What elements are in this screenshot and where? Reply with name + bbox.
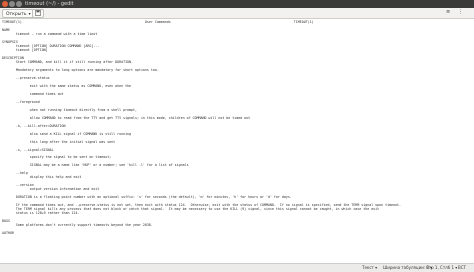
text-editor[interactable]: TIMEOUT(1) User Commands TIMEOUT(1) NAME… — [0, 19, 474, 262]
text-line: this long after the initial signal was s… — [2, 139, 116, 144]
open-button[interactable]: Открыть ▾ — [2, 9, 36, 18]
text-line: --foreground — [2, 99, 40, 104]
text-line: output version information and exit — [2, 187, 100, 192]
text-line: also send a KILL signal if COMMAND is st… — [2, 131, 132, 136]
title-bar: timeout (~/) - gedit — [0, 0, 474, 8]
text-line: when not running timeout directly from a… — [2, 107, 137, 112]
more-options-button[interactable]: ⋮ — [458, 9, 463, 16]
document-menu-button[interactable]: ≡ — [446, 9, 450, 16]
text-line: --preserve-status — [2, 75, 50, 80]
text-line: -s, --signal=SIGNAL — [2, 147, 54, 152]
window-title: timeout (~/) - gedit — [25, 1, 74, 7]
text-line: specify the signal to be sent on timeout… — [2, 155, 112, 160]
text-line: allow COMMAND to read from the TTY and g… — [2, 115, 251, 120]
document-text[interactable]: TIMEOUT(1) User Commands TIMEOUT(1) NAME… — [0, 19, 474, 236]
text-line: AUTHOR — [2, 231, 14, 236]
close-window-button[interactable] — [2, 1, 8, 7]
chevron-down-icon: ▾ — [28, 11, 31, 16]
text-line: Start COMMAND, and kill it if still runn… — [2, 59, 134, 64]
maximize-window-button[interactable] — [16, 1, 22, 7]
text-line: status is 128+9 rather than 124. — [2, 211, 80, 216]
save-icon — [35, 10, 41, 16]
text-line: command times out — [2, 91, 64, 96]
text-line: timeout [OPTION] — [2, 47, 48, 52]
text-line: DURATION is a floating point number with… — [2, 195, 292, 200]
text-line: Mandatory arguments to long options are … — [2, 67, 159, 72]
text-line: exit with the same status as COMMAND, ev… — [2, 83, 132, 88]
text-line: TIMEOUT(1) User Commands TIMEOUT(1) — [2, 20, 314, 24]
text-line: SIGNAL may be a name like 'HUP' or a num… — [2, 163, 189, 168]
text-line: Some platforms don't currently support t… — [2, 223, 153, 228]
text-line: timeout - run a command with a time limi… — [2, 31, 98, 36]
open-button-label: Открыть — [6, 12, 27, 17]
minimize-window-button[interactable] — [9, 1, 15, 7]
save-button[interactable] — [32, 9, 44, 18]
text-line: -k, --kill-after=DURATION — [2, 123, 66, 128]
header-toolbar: Открыть ▾ ≡ ⋮ — [0, 8, 474, 19]
text-line: display this help and exit — [2, 175, 82, 180]
